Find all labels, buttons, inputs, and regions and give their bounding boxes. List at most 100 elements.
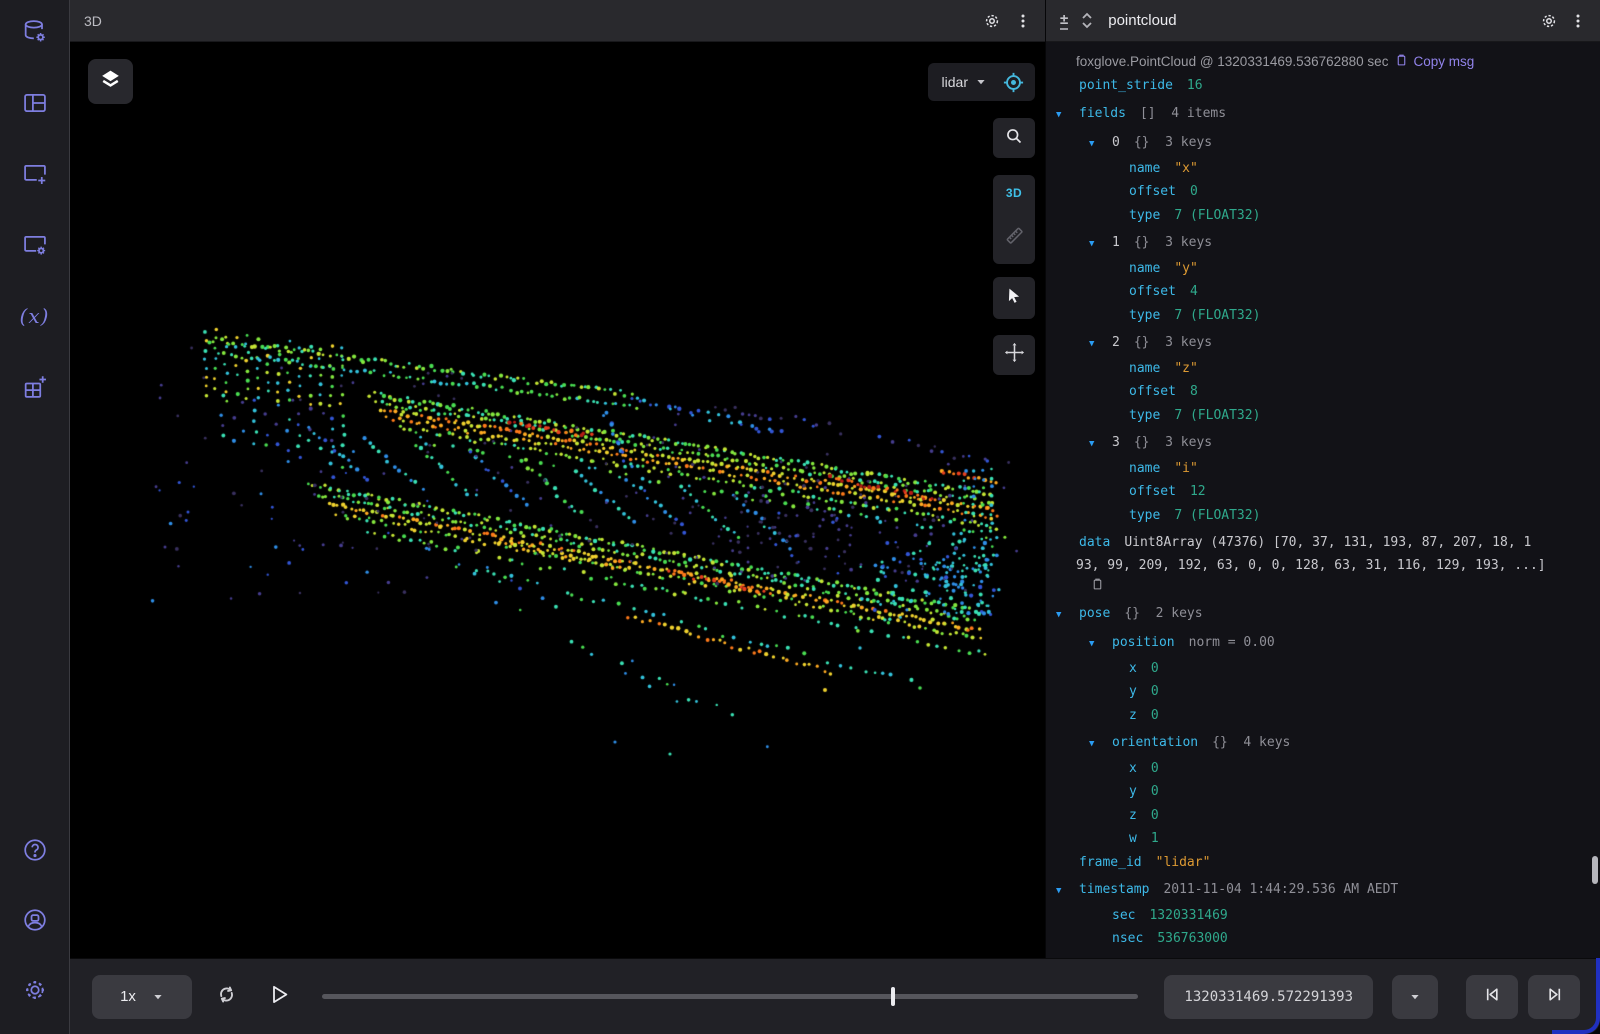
panel-3d-title: 3D <box>84 13 102 29</box>
tree-row: type7 (FLOAT32) <box>1046 504 1600 528</box>
message-tree: foxglove.PointCloud @ 1320331469.5367628… <box>1046 42 1600 958</box>
layout-grid-icon <box>21 89 49 117</box>
panel-3d-header: 3D <box>70 0 1045 42</box>
sidebar-layout-grid-button[interactable] <box>13 81 57 125</box>
playback-speed-button[interactable]: 1x <box>92 975 192 1019</box>
inspector-menu-icon[interactable] <box>1570 13 1586 29</box>
skip-back-icon <box>1481 983 1504 1011</box>
tree-row: w1 <box>1046 827 1600 851</box>
tree-row: sec1320331469 <box>1046 904 1600 928</box>
extensions-icon <box>21 373 49 401</box>
pointcloud-canvas[interactable] <box>70 42 1045 958</box>
layers-icon <box>98 67 123 97</box>
view-mode-group: 3D <box>993 175 1035 264</box>
tree-row: point_stride16 <box>1046 74 1600 98</box>
play-icon <box>265 981 292 1013</box>
tree-row[interactable]: ▼positionnorm = 0.00 <box>1046 631 1600 657</box>
tree-row: nsec536763000 <box>1046 927 1600 951</box>
sidebar: (x) <box>0 0 70 1034</box>
chevron-down-icon[interactable] <box>975 76 987 88</box>
tree-row[interactable]: ▼orientation{} 4 keys <box>1046 731 1600 757</box>
layers-button[interactable] <box>88 59 133 104</box>
search-icon <box>1004 126 1024 151</box>
tree-row: offset0 <box>1046 180 1600 204</box>
seek-forward-button[interactable] <box>1528 975 1580 1019</box>
foxglove-app: (x) 3D lidar <box>0 0 1600 1034</box>
panel-settings-icon <box>21 231 49 259</box>
sidebar-account-button[interactable] <box>13 898 57 942</box>
current-timestamp-field[interactable]: 1320331469.572291393 <box>1164 975 1373 1019</box>
tree-row[interactable]: ▼1{} 3 keys <box>1046 231 1600 257</box>
sidebar-panel-settings-button[interactable] <box>13 223 57 267</box>
sort-updown-icon[interactable] <box>1080 12 1094 29</box>
expand-collapse-icon[interactable]: ± <box>1060 12 1068 30</box>
tree-row[interactable]: ▼2{} 3 keys <box>1046 331 1600 357</box>
scrollbar-thumb[interactable] <box>1592 856 1598 884</box>
frame-selector: lidar <box>928 63 1035 101</box>
timestamp-format-dropdown[interactable] <box>1392 975 1438 1019</box>
seek-backward-button[interactable] <box>1466 975 1518 1019</box>
viewport-toolbar: 3D <box>993 118 1035 375</box>
3d-viewport[interactable]: lidar 3D <box>70 42 1045 958</box>
sidebar-settings-button[interactable] <box>13 968 57 1012</box>
move-tool-button[interactable] <box>993 335 1035 375</box>
tree-row: frame_id"lidar" <box>1046 851 1600 875</box>
seek-slider[interactable] <box>322 994 1138 999</box>
copy-msg-button[interactable]: Copy msg <box>1395 53 1474 70</box>
tree-row: x0 <box>1046 657 1600 681</box>
playhead[interactable] <box>891 987 895 1006</box>
tree-row: type7 (FLOAT32) <box>1046 304 1600 328</box>
sidebar-add-panel-button[interactable] <box>13 152 57 196</box>
frame-dropdown[interactable]: lidar <box>942 74 968 90</box>
play-button[interactable] <box>260 979 296 1015</box>
tree-row[interactable]: ▼fields[] 4 items <box>1046 102 1600 128</box>
tree-row: name"x" <box>1046 157 1600 181</box>
message-schema-time: foxglove.PointCloud @ 1320331469.5367628… <box>1076 54 1388 69</box>
help-icon <box>21 836 49 864</box>
search-button[interactable] <box>993 118 1035 158</box>
move-icon <box>1003 341 1026 369</box>
tree-row: offset8 <box>1046 380 1600 404</box>
sidebar-extensions-button[interactable] <box>13 365 57 409</box>
panel-menu-icon[interactable] <box>1015 13 1031 29</box>
tree-row[interactable]: ▼0{} 3 keys <box>1046 131 1600 157</box>
loop-icon <box>214 982 239 1012</box>
panel-inspector: ± pointcloud foxglove.PointCloud @ 13203… <box>1045 0 1600 958</box>
tree-row: y0 <box>1046 780 1600 804</box>
tree-row: name"y" <box>1046 257 1600 281</box>
tree-row: x0 <box>1046 757 1600 781</box>
tree-row: name"i" <box>1046 457 1600 481</box>
chevron-down-icon <box>1409 991 1421 1003</box>
message-meta: foxglove.PointCloud @ 1320331469.5367628… <box>1046 46 1600 74</box>
tree-row[interactable]: ▼pose{} 2 keys <box>1046 602 1600 628</box>
playback-bar: 1x 1320331469.572291393 <box>70 958 1600 1034</box>
tree-row: z0 <box>1046 804 1600 828</box>
select-tool-button[interactable] <box>993 277 1035 319</box>
chevron-down-icon <box>152 991 164 1003</box>
3d-mode-button[interactable]: 3D <box>1006 186 1022 200</box>
tree-row[interactable]: ▼3{} 3 keys <box>1046 431 1600 457</box>
copy-data-button[interactable] <box>1046 577 1600 598</box>
panel-settings-icon[interactable] <box>983 12 1001 30</box>
tree-row-data: dataUint8Array (47376) [70, 37, 131, 193… <box>1046 531 1600 555</box>
follow-target-button[interactable] <box>997 66 1029 98</box>
sidebar-data-source-button[interactable] <box>13 10 57 54</box>
ruler-icon[interactable] <box>1003 224 1026 252</box>
tree-row: y0 <box>1046 680 1600 704</box>
inspector-settings-icon[interactable] <box>1540 12 1558 30</box>
skip-forward-icon <box>1543 983 1566 1011</box>
main-area: 3D lidar <box>70 0 1600 1034</box>
data-source-icon <box>21 18 49 46</box>
tree-row: type7 (FLOAT32) <box>1046 204 1600 228</box>
tree-row: offset12 <box>1046 480 1600 504</box>
tree-row: offset4 <box>1046 280 1600 304</box>
cursor-icon <box>1004 286 1024 311</box>
tree-row[interactable]: ▼timestamp2011-11-04 1:44:29.536 AM AEDT <box>1046 878 1600 904</box>
sidebar-help-button[interactable] <box>13 828 57 872</box>
panel-row: 3D lidar <box>70 0 1600 958</box>
variables-icon: (x) <box>20 304 50 328</box>
loop-button[interactable] <box>208 979 244 1015</box>
sidebar-variables-button[interactable]: (x) <box>13 294 57 338</box>
account-icon <box>21 906 49 934</box>
tree-row-data-wrap: 93, 99, 209, 192, 63, 0, 0, 128, 63, 31,… <box>1046 555 1600 577</box>
